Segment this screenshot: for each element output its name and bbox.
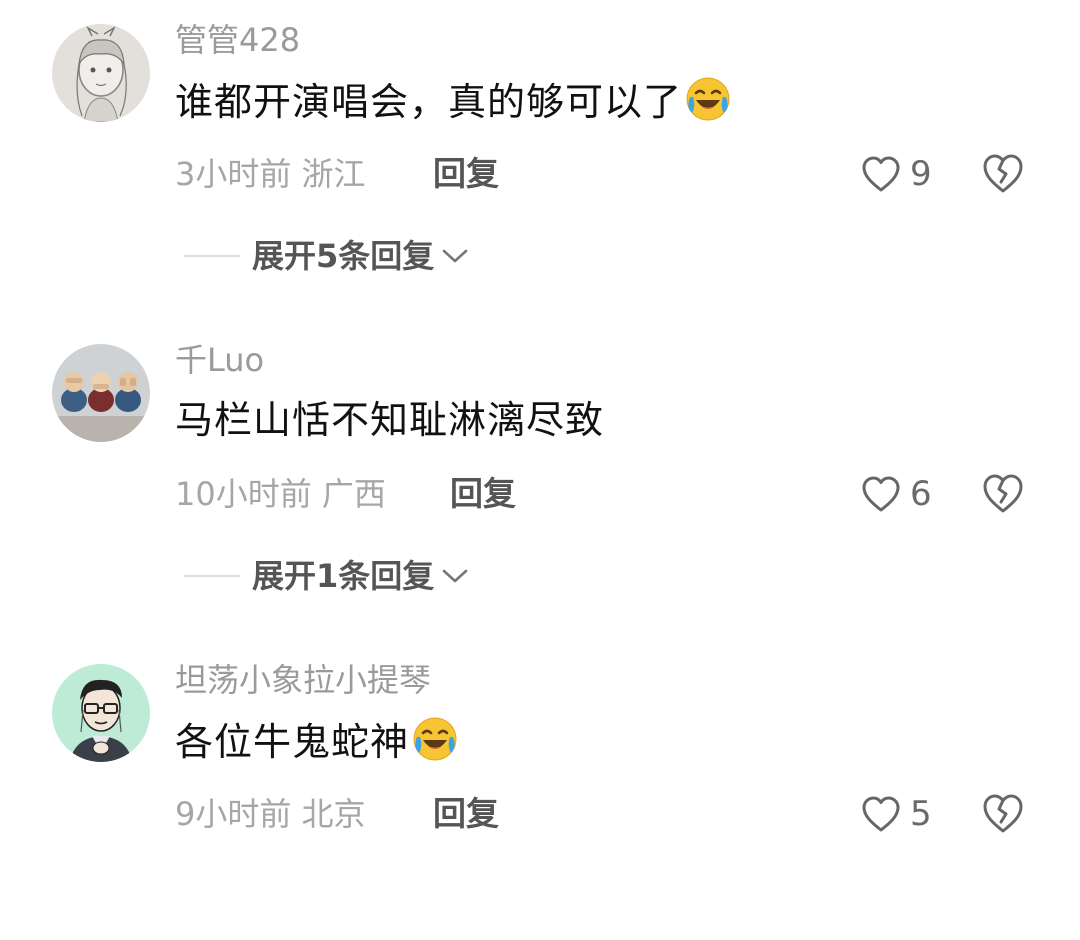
expand-replies-button[interactable]: 展开5条回复: [184, 232, 470, 280]
comment-item: 千Luo 马栏山恬不知耻淋漓尽致 10小时前 广西 回复 6 展开1条回复: [0, 320, 1080, 620]
expand-replies-label: 展开1条回复: [252, 557, 435, 595]
like-count: 9: [910, 154, 932, 194]
username[interactable]: 管管428: [175, 18, 300, 62]
avatar[interactable]: [52, 24, 150, 122]
laughing-crying-emoji-icon: [411, 715, 459, 763]
comment-meta: 3小时前 浙江: [175, 150, 366, 198]
broken-heart-icon: [983, 154, 1023, 193]
broken-heart-icon: [983, 794, 1023, 833]
comment-meta: 9小时前 北京: [175, 790, 366, 838]
heart-outline-icon: [862, 476, 900, 512]
reply-button[interactable]: 回复: [433, 150, 499, 198]
divider: [184, 575, 240, 577]
reply-button[interactable]: 回复: [450, 470, 516, 518]
like-button[interactable]: 6: [860, 470, 932, 518]
comment-meta: 10小时前 广西: [175, 470, 386, 518]
divider: [184, 255, 240, 257]
comment-time: 10小时前: [175, 475, 312, 513]
expand-replies-button[interactable]: 展开1条回复: [184, 552, 470, 600]
comment-time: 3小时前: [175, 155, 292, 193]
dislike-button[interactable]: [980, 791, 1026, 837]
reply-button[interactable]: 回复: [433, 790, 499, 838]
comment-item: 管管428 谁都开演唱会，真的够可以了 3小时前 浙江 回复 9 展开5条回复: [0, 0, 1080, 300]
comment-location: 广西: [321, 475, 386, 513]
chevron-down-icon: [442, 249, 468, 263]
comment-text-content: 谁都开演唱会，真的够可以了: [175, 80, 683, 124]
comment-text-content: 马栏山恬不知耻淋漓尽致: [175, 398, 605, 442]
dislike-button[interactable]: [980, 151, 1026, 197]
like-button[interactable]: 5: [860, 790, 932, 838]
username[interactable]: 千Luo: [175, 338, 264, 382]
comment-text: 谁都开演唱会，真的够可以了: [175, 75, 732, 127]
dislike-button[interactable]: [980, 471, 1026, 517]
expand-replies-label: 展开5条回复: [252, 237, 435, 275]
heart-outline-icon: [862, 156, 900, 192]
comment-location: 北京: [301, 795, 366, 833]
broken-heart-icon: [983, 474, 1023, 513]
comment-time: 9小时前: [175, 795, 292, 833]
chevron-down-icon: [442, 569, 468, 583]
comment-text: 马栏山恬不知耻淋漓尽致: [175, 395, 604, 445]
like-count: 6: [910, 474, 932, 514]
comment-item: 坦荡小象拉小提琴 各位牛鬼蛇神 9小时前 北京 回复 5: [0, 640, 1080, 940]
comment-location: 浙江: [301, 155, 366, 193]
avatar[interactable]: [52, 664, 150, 762]
like-count: 5: [910, 794, 932, 834]
heart-outline-icon: [862, 796, 900, 832]
like-button[interactable]: 9: [860, 150, 932, 198]
comment-text: 各位牛鬼蛇神: [175, 715, 459, 767]
avatar[interactable]: [52, 344, 150, 442]
username[interactable]: 坦荡小象拉小提琴: [175, 658, 431, 702]
laughing-crying-emoji-icon: [684, 75, 732, 123]
comment-text-content: 各位牛鬼蛇神: [175, 720, 410, 764]
